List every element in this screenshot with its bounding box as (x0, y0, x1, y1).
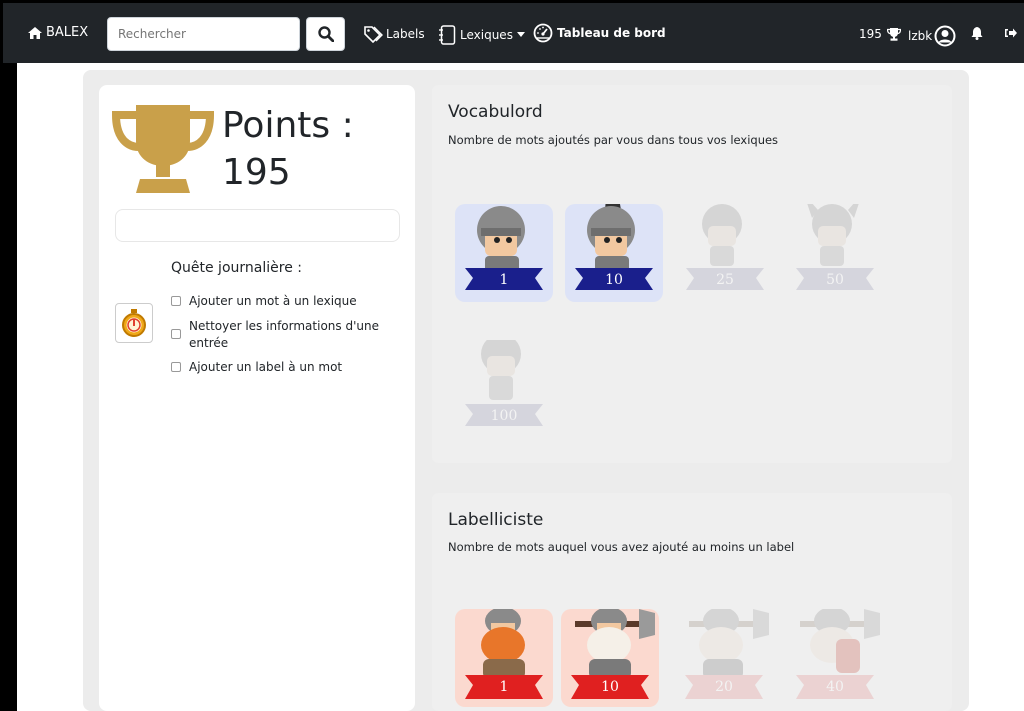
dwarf-badge[interactable]: 20 (675, 609, 773, 707)
nav-dashboard-link[interactable]: Tableau de bord (533, 23, 666, 43)
search-button[interactable] (306, 17, 345, 51)
knight-badge[interactable]: 10 (565, 204, 663, 302)
badge-value: 1 (499, 679, 509, 695)
quest-checkbox[interactable] (171, 362, 181, 372)
knight-badge[interactable]: 25 (676, 204, 774, 302)
badge-value: 1 (499, 272, 509, 288)
stopwatch-icon (115, 303, 153, 343)
trophy-icon (112, 105, 214, 193)
progress-bar (115, 209, 400, 242)
quest-item-label: Ajouter un label à un mot (189, 360, 343, 374)
badge-value: 25 (716, 272, 734, 288)
brand-link[interactable]: BALEX (28, 25, 88, 40)
quest-item-label: Nettoyer les informations d'une entrée (189, 319, 379, 350)
knight-badge[interactable]: 100 (455, 340, 553, 438)
nav-labels-label: Labels (386, 27, 425, 41)
section-title: Labelliciste (448, 510, 544, 530)
points-title: Points : (222, 105, 354, 146)
notifications-button[interactable] (971, 27, 983, 40)
quest-item-label: Ajouter un mot à un lexique (189, 294, 357, 308)
journal-icon (439, 25, 456, 45)
nav-lexiques-label: Lexiques (460, 28, 513, 42)
badge-value: 10 (605, 272, 623, 288)
knight-badge[interactable]: 1 (455, 204, 553, 302)
dwarf-badge[interactable]: 40 (786, 609, 884, 707)
home-icon (28, 26, 42, 39)
quest-item[interactable]: Nettoyer les informations d'une entrée (171, 318, 386, 352)
username-label: lzbk (908, 29, 933, 43)
trophy-icon (886, 27, 901, 41)
daily-quest-title: Quête journalière : (171, 260, 302, 276)
nav-points-value: 195 (859, 27, 882, 41)
top-navbar: BALEX Labels Lexiques Tableau de bord 19… (0, 0, 1024, 63)
logout-button[interactable] (1005, 28, 1017, 38)
speedometer-icon (533, 23, 553, 43)
quest-item[interactable]: Ajouter un mot à un lexique (171, 293, 386, 310)
user-profile-link[interactable]: lzbk (908, 25, 956, 47)
nav-points: 195 (859, 27, 901, 41)
badge-value: 20 (715, 679, 733, 695)
knight-badge[interactable]: 50 (786, 204, 884, 302)
dwarf-badge[interactable]: 1 (455, 609, 553, 707)
nav-labels-link[interactable]: Labels (363, 25, 425, 43)
tags-icon (364, 26, 383, 43)
section-description: Nombre de mots auquel vous avez ajouté a… (448, 540, 795, 554)
badge-value: 40 (826, 679, 844, 695)
nav-dashboard-label: Tableau de bord (557, 26, 666, 40)
points-value: 195 (222, 152, 291, 193)
user-circle-icon (934, 25, 956, 47)
section-title: Vocabulord (448, 102, 543, 122)
quest-item[interactable]: Ajouter un label à un mot (171, 359, 386, 376)
badge-value: 50 (826, 272, 844, 288)
search-input[interactable] (107, 17, 300, 51)
quest-checkbox[interactable] (171, 296, 181, 306)
search-icon (317, 26, 334, 42)
logout-icon (1005, 28, 1017, 38)
bell-icon (971, 27, 983, 40)
section-description: Nombre de mots ajoutés par vous dans tou… (448, 133, 779, 147)
quest-checkbox[interactable] (171, 329, 181, 339)
nav-lexiques-dropdown[interactable]: Lexiques (438, 25, 525, 45)
badge-value: 100 (490, 408, 518, 424)
brand-label: BALEX (46, 25, 89, 40)
dwarf-badge[interactable]: 10 (561, 609, 659, 707)
badge-value: 10 (601, 679, 619, 695)
caret-down-icon (516, 32, 525, 37)
